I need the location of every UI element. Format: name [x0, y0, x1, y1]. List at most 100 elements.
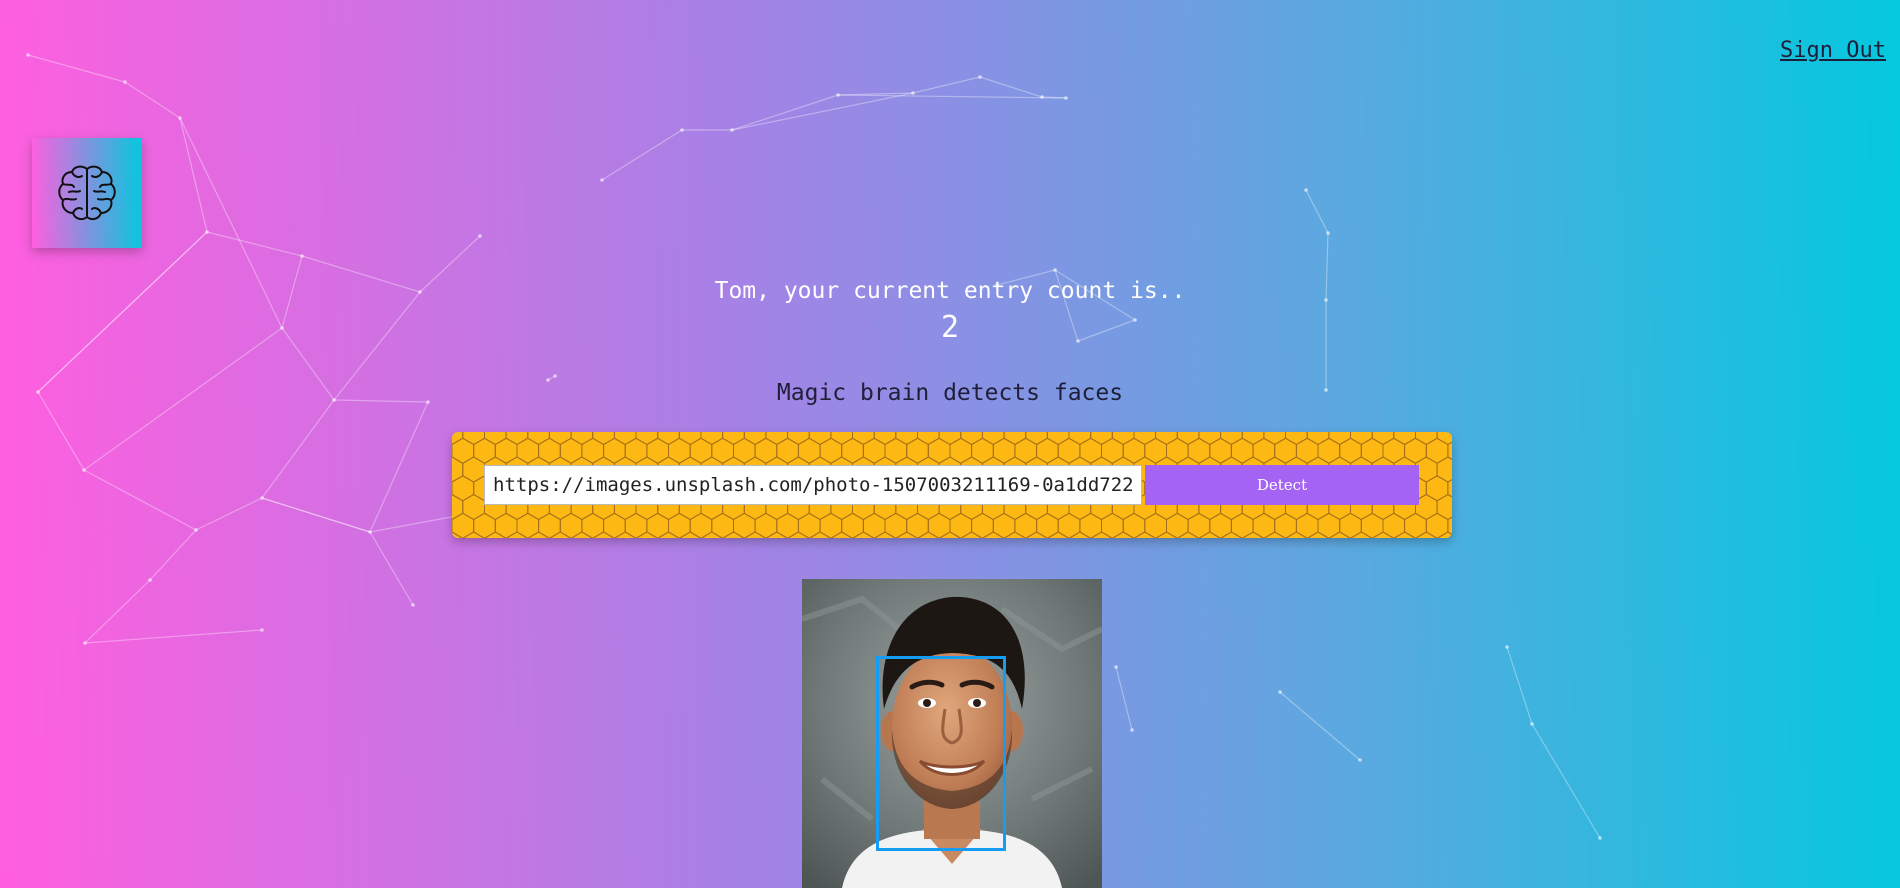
honeycomb-cell — [743, 531, 767, 538]
particle-dot — [911, 91, 915, 95]
detect-button[interactable]: Detect — [1145, 465, 1419, 505]
particle-dot — [478, 234, 482, 238]
entry-count-greeting: Tom, your current entry count is.. — [714, 278, 1186, 304]
honeycomb-cell — [765, 531, 789, 538]
honeycomb-cell — [830, 432, 853, 446]
particle-dot — [1304, 188, 1308, 192]
particle-dot — [260, 496, 264, 500]
honeycomb-cell — [808, 531, 832, 538]
particle-link — [206, 231, 303, 257]
particle-link — [124, 81, 181, 119]
honeycomb-cell — [895, 531, 918, 538]
honeycomb-cell — [830, 531, 853, 538]
honeycomb-cell — [1436, 493, 1452, 521]
particle-link — [27, 54, 126, 83]
honeycomb-cell — [527, 432, 550, 446]
particle-dot — [260, 628, 264, 632]
particle-link — [1115, 666, 1133, 731]
honeycomb-cell — [1371, 432, 1395, 446]
particle-dot — [1130, 728, 1134, 732]
honeycomb-cell — [1220, 531, 1243, 538]
honeycomb-cell — [722, 531, 745, 538]
honeycomb-cell — [462, 493, 485, 521]
honeycomb-cell — [1436, 456, 1452, 483]
particle-dot — [83, 641, 87, 645]
particle-dot — [1358, 758, 1362, 762]
particle-link — [731, 94, 839, 131]
particle-link — [731, 92, 914, 131]
honeycomb-cell — [873, 432, 897, 446]
honeycomb-cell — [1068, 432, 1092, 446]
honeycomb-cell — [895, 432, 918, 446]
honeycomb-cell — [1046, 432, 1070, 446]
honeycomb-cell — [1198, 531, 1222, 538]
honeycomb-cell — [1436, 531, 1452, 538]
honeycomb-cell — [452, 493, 464, 521]
particle-dot — [1064, 96, 1068, 100]
honeycomb-cell — [505, 432, 529, 446]
particle-link — [912, 76, 981, 94]
honeycomb-cell — [1046, 531, 1070, 538]
particle-dot — [600, 178, 604, 182]
honeycomb-cell — [1003, 531, 1027, 538]
particle-link — [369, 531, 414, 606]
honeycomb-cell — [1111, 432, 1135, 446]
particle-dot — [553, 374, 557, 378]
honeycomb-cell — [1415, 531, 1438, 538]
particle-dot — [205, 230, 209, 234]
honeycomb-cell — [1241, 531, 1265, 538]
particle-dot — [123, 80, 127, 84]
honeycomb-cell — [700, 531, 724, 538]
honeycomb-cell — [1263, 531, 1286, 538]
honeycomb-cell — [1306, 531, 1330, 538]
honeycomb-cell — [505, 531, 529, 538]
honeycomb-cell — [462, 456, 485, 483]
honeycomb-cell — [743, 432, 767, 446]
particle-dot — [1053, 268, 1057, 272]
sign-out-link[interactable]: Sign Out — [1780, 38, 1886, 63]
particle-dot — [978, 75, 982, 79]
honeycomb-cell — [1393, 432, 1416, 446]
honeycomb-cell — [1306, 432, 1330, 446]
honeycomb-cell — [960, 432, 983, 446]
particle-dot — [178, 116, 182, 120]
honeycomb-cell — [1328, 531, 1351, 538]
face-image — [802, 579, 1102, 888]
honeycomb-cell — [787, 531, 810, 538]
particle-dot — [148, 578, 152, 582]
honeycomb-cell — [917, 531, 940, 538]
honeycomb-cell — [787, 432, 810, 446]
honeycomb-cell — [852, 531, 875, 538]
honeycomb-cell — [462, 432, 485, 446]
honeycomb-cell — [808, 432, 832, 446]
honeycomb-cell — [722, 432, 745, 446]
particle-link — [84, 629, 263, 644]
image-url-input[interactable] — [484, 465, 1142, 505]
particle-link — [601, 129, 683, 181]
entry-count-value: 2 — [940, 310, 960, 345]
honeycomb-cell — [700, 432, 724, 446]
honeycomb-cell — [592, 531, 615, 538]
honeycomb-cell — [1176, 432, 1200, 446]
honeycomb-cell — [1025, 432, 1048, 446]
particle-link — [179, 117, 208, 233]
particle-dot — [680, 128, 684, 132]
particle-dot — [368, 530, 372, 534]
particle-link — [1279, 691, 1361, 761]
honeycomb-cell — [452, 531, 464, 538]
honeycomb-cell — [452, 456, 464, 483]
honeycomb-cell — [1133, 432, 1157, 446]
honeycomb-cell — [1090, 531, 1113, 538]
honeycomb-cell — [981, 531, 1005, 538]
particle-dot — [411, 603, 415, 607]
app-logo — [32, 138, 142, 248]
honeycomb-cell — [1155, 531, 1178, 538]
honeycomb-cell — [1350, 531, 1373, 538]
particle-link — [149, 529, 197, 581]
form-subtitle: Magic brain detects faces — [776, 380, 1124, 406]
particle-dot — [300, 254, 304, 258]
honeycomb-cell — [1425, 475, 1449, 502]
face-bounding-box — [876, 656, 1006, 851]
honeycomb-cell — [938, 432, 962, 446]
honeycomb-cell — [570, 432, 594, 446]
